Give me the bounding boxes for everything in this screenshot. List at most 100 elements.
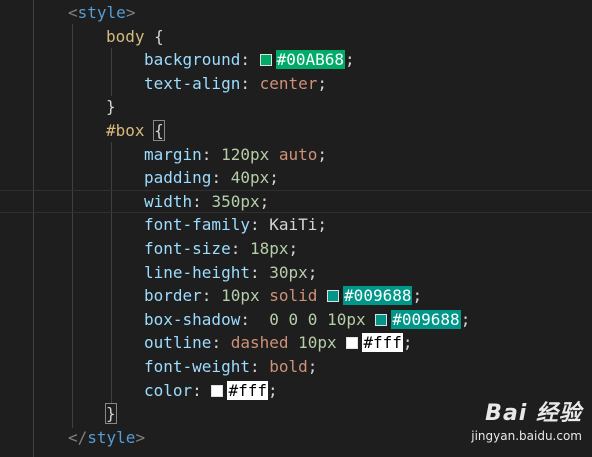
code-token: ; xyxy=(267,381,278,400)
code-token: outline xyxy=(144,333,212,352)
code-token: } xyxy=(105,403,117,424)
color-swatch-icon[interactable] xyxy=(327,290,340,302)
code-token: : xyxy=(240,74,260,93)
code-line[interactable]: background: #00AB68; xyxy=(144,48,355,72)
code-token: auto xyxy=(278,145,318,164)
code-token: : xyxy=(192,381,212,400)
code-line[interactable]: #box { xyxy=(106,119,165,143)
code-token: background xyxy=(144,50,241,69)
code-line[interactable]: <style> xyxy=(68,1,135,25)
code-token: { xyxy=(153,120,165,141)
code-token: } xyxy=(106,97,116,116)
color-swatch-icon[interactable] xyxy=(375,314,388,326)
code-token: body xyxy=(106,27,145,46)
code-token: font-family xyxy=(144,215,250,234)
current-line-highlight xyxy=(0,190,592,213)
code-token: : xyxy=(201,286,222,305)
indent-guide xyxy=(111,142,112,404)
code-line[interactable]: } xyxy=(106,95,116,119)
code-token: : xyxy=(240,50,260,69)
code-token: style xyxy=(77,3,126,22)
color-swatch-icon[interactable] xyxy=(346,337,359,349)
code-token: #00AB68 xyxy=(275,50,346,69)
code-line[interactable]: box-shadow: 0 0 0 10px #009688; xyxy=(144,308,470,332)
code-token: font-size xyxy=(144,239,231,258)
code-line[interactable]: width: 350px; xyxy=(144,190,269,214)
code-token: ; xyxy=(402,333,413,352)
code-token: #009688 xyxy=(343,286,413,305)
code-token: ; xyxy=(317,74,328,93)
code-token: ; xyxy=(307,263,318,282)
code-line[interactable]: margin: 120px auto; xyxy=(144,143,327,167)
code-token: : xyxy=(211,333,231,352)
code-token: style xyxy=(87,428,136,447)
code-token: 120px xyxy=(221,145,270,164)
code-token: color xyxy=(144,381,193,400)
code-token: text-align xyxy=(144,74,241,93)
code-token: ; xyxy=(460,310,471,329)
code-token: 10px xyxy=(298,333,337,352)
code-token: 0 xyxy=(269,310,279,329)
code-token: : xyxy=(230,239,250,258)
code-token: margin xyxy=(144,145,202,164)
code-token: ; xyxy=(288,239,299,258)
color-swatch-icon[interactable] xyxy=(211,385,224,397)
code-token: #fff xyxy=(227,381,268,400)
code-token: 10px xyxy=(221,286,260,305)
indent-guide xyxy=(111,48,112,96)
code-line[interactable]: border: 10px solid #009688; xyxy=(144,284,422,308)
code-line[interactable]: color: #fff; xyxy=(144,379,278,403)
code-token: < xyxy=(68,3,78,22)
code-token: border xyxy=(144,286,202,305)
code-token: > xyxy=(125,3,136,22)
code-token: #box xyxy=(106,121,145,140)
code-line[interactable]: text-align: center; xyxy=(144,72,327,96)
code-editor[interactable]: <style> body {background: #00AB68; text-al… xyxy=(0,0,592,457)
code-token: ; xyxy=(317,215,328,234)
code-token: font-weight xyxy=(144,357,250,376)
code-token: solid xyxy=(269,286,318,305)
code-line[interactable]: font-family: KaiTi; xyxy=(144,213,327,237)
watermark-brand: Bai 经验 xyxy=(485,401,582,426)
code-line[interactable]: } xyxy=(105,402,117,426)
code-token: 40px xyxy=(230,168,270,187)
code-line[interactable]: font-size: 18px; xyxy=(144,237,298,261)
code-token: : xyxy=(192,192,212,211)
code-token: line-height xyxy=(144,263,250,282)
code-token: ; xyxy=(269,168,279,187)
code-token: 10px xyxy=(327,310,366,329)
code-token: width xyxy=(144,192,193,211)
code-token: ; xyxy=(345,50,355,69)
code-token: ; xyxy=(307,357,318,376)
code-token: 0 xyxy=(288,310,299,329)
code-line[interactable]: padding: 40px; xyxy=(144,166,279,190)
code-token: 18px xyxy=(249,239,289,258)
code-token: 0 xyxy=(307,310,318,329)
color-swatch-icon[interactable] xyxy=(259,54,272,66)
code-token: { xyxy=(144,27,164,46)
code-token: : xyxy=(249,357,270,376)
code-line[interactable]: </style> xyxy=(68,426,145,450)
code-line[interactable]: outline: dashed 10px #fff; xyxy=(144,331,412,355)
code-line[interactable]: line-height: 30px; xyxy=(144,261,317,285)
code-token: : xyxy=(240,310,270,329)
code-token: bold xyxy=(269,357,308,376)
code-token: : xyxy=(201,145,222,164)
code-token: ; xyxy=(259,192,270,211)
code-token: ; xyxy=(412,286,423,305)
baidu-jingyan-watermark: Bai 经验 jingyan.baidu.com xyxy=(452,395,582,449)
code-line[interactable]: font-weight: bold; xyxy=(144,355,317,379)
code-token: ; xyxy=(317,145,328,164)
code-token: #fff xyxy=(362,333,403,352)
code-line[interactable]: body { xyxy=(106,25,164,49)
code-token: center xyxy=(259,74,318,93)
